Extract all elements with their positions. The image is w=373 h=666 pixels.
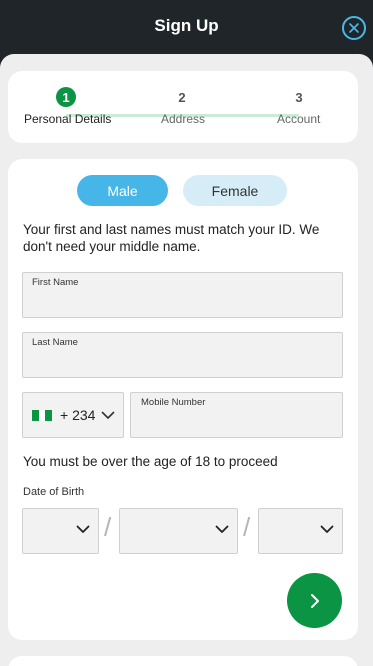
- dob-separator: /: [243, 512, 251, 542]
- close-icon: [349, 23, 359, 33]
- dob-day-select[interactable]: [22, 508, 99, 554]
- chevron-down-icon: [76, 525, 90, 533]
- dob-separator: /: [104, 512, 112, 542]
- male-button[interactable]: Male: [77, 175, 168, 206]
- step-1-label: Personal Details: [24, 112, 112, 126]
- step-2-indicator: 2: [172, 87, 192, 107]
- first-name-field[interactable]: First Name: [22, 272, 343, 318]
- name-notice: Your first and last names must match you…: [23, 222, 320, 254]
- step-2-label: Address: [161, 112, 206, 126]
- mobile-number-field[interactable]: Mobile Number: [130, 392, 343, 438]
- close-button[interactable]: [342, 16, 366, 40]
- mobile-number-input[interactable]: [131, 393, 342, 437]
- chevron-right-icon: [310, 593, 319, 608]
- last-name-input[interactable]: [23, 333, 342, 377]
- next-section-card: [8, 656, 358, 666]
- step-3-label: Account: [277, 112, 321, 126]
- nigeria-flag-icon: [32, 409, 53, 421]
- age-notice: You must be over the age of 18 to procee…: [23, 454, 278, 469]
- signup-sheet: 1 2 3 Personal Details Address Account M…: [0, 54, 373, 666]
- next-button[interactable]: [287, 573, 342, 628]
- female-button[interactable]: Female: [183, 175, 287, 206]
- country-code-select[interactable]: + 234: [22, 392, 124, 438]
- chevron-down-icon: [102, 411, 115, 419]
- chevron-down-icon: [215, 525, 229, 533]
- progress-stepper: 1 2 3 Personal Details Address Account: [8, 71, 358, 143]
- header-bar: Sign Up: [0, 0, 373, 54]
- chevron-down-icon: [320, 525, 334, 533]
- last-name-field[interactable]: Last Name: [22, 332, 343, 378]
- dob-label: Date of Birth: [23, 486, 85, 498]
- personal-details-form: Male Female Your first and last names mu…: [8, 159, 358, 640]
- page-title: Sign Up: [154, 16, 219, 35]
- step-3-indicator: 3: [289, 87, 309, 107]
- dob-month-select[interactable]: [119, 508, 238, 554]
- first-name-input[interactable]: [23, 273, 342, 317]
- step-1-indicator: 1: [56, 87, 76, 107]
- dob-year-select[interactable]: [258, 508, 343, 554]
- country-code-value: + 234: [60, 407, 96, 423]
